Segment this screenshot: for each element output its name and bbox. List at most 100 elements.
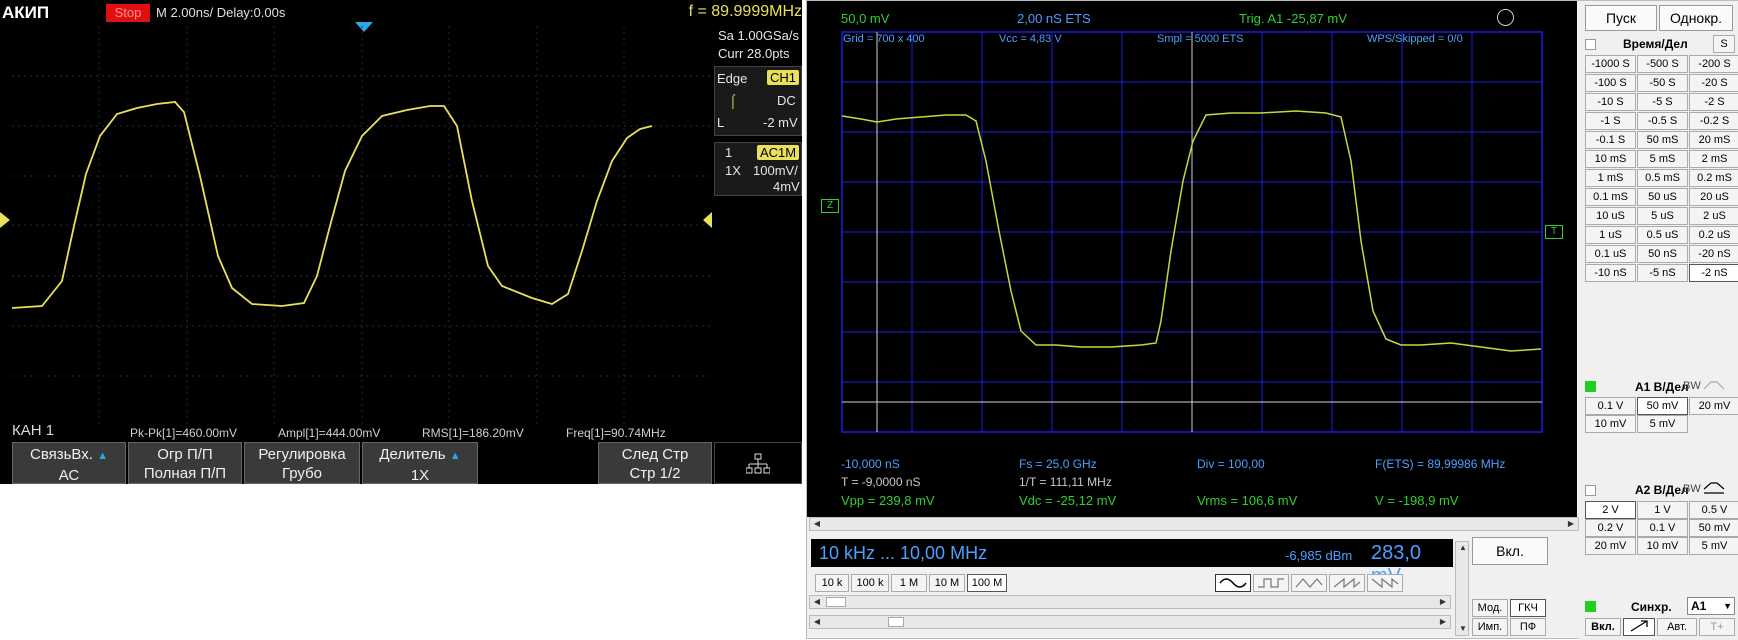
time-div-cell[interactable]: -1000 S (1585, 55, 1636, 73)
sawtooth-down-button[interactable] (1367, 574, 1403, 592)
sync-on-button[interactable]: Вкл. (1585, 618, 1621, 636)
pf-button[interactable]: ПФ (1510, 618, 1546, 636)
scroll-left-icon[interactable]: ◀ (810, 596, 824, 608)
trigger-box[interactable]: Edge CH1 ⌠ DC L -2 mV (714, 66, 802, 136)
time-div-cell[interactable]: -2 nS (1689, 264, 1738, 282)
a1-cell[interactable]: 0.1 V (1585, 397, 1636, 415)
a2-cell[interactable]: 2 V (1585, 501, 1636, 519)
mod-button[interactable]: Мод. (1472, 599, 1508, 617)
a2-cell[interactable]: 50 mV (1689, 519, 1738, 537)
scroll-down-icon[interactable]: ▼ (1456, 623, 1470, 635)
time-div-cell[interactable]: -20 nS (1689, 245, 1738, 263)
a2-cell[interactable]: 1 V (1637, 501, 1688, 519)
freq-1m-button[interactable]: 1 M (891, 574, 927, 592)
freq-10m-button[interactable]: 10 M (929, 574, 965, 592)
sine-wave-button[interactable] (1215, 574, 1251, 592)
sawtooth-up-button[interactable] (1329, 574, 1365, 592)
time-div-cell[interactable]: 0.5 mS (1637, 169, 1688, 187)
time-div-cell[interactable]: -10 nS (1585, 264, 1636, 282)
time-div-cell[interactable]: 2 uS (1689, 207, 1738, 225)
time-div-cell[interactable]: -20 S (1689, 74, 1738, 92)
a1-cell[interactable]: 50 mV (1637, 397, 1688, 415)
a2-cell[interactable]: 0.2 V (1585, 519, 1636, 537)
time-div-cell[interactable]: 0.1 uS (1585, 245, 1636, 263)
sync-source-select[interactable]: A1 ▼ (1687, 597, 1735, 615)
triangle-wave-button[interactable] (1291, 574, 1327, 592)
time-div-cell[interactable]: 10 uS (1585, 207, 1636, 225)
imp-button[interactable]: Имп. (1472, 618, 1508, 636)
time-div-cell[interactable]: -200 S (1689, 55, 1738, 73)
time-div-cell[interactable]: 50 mS (1637, 131, 1688, 149)
a1-cell[interactable]: 20 mV (1689, 397, 1738, 415)
scroll-left-icon[interactable]: ◀ (810, 616, 824, 628)
a1-cell[interactable]: 5 mV (1637, 415, 1688, 433)
sync-slope-button[interactable] (1623, 618, 1655, 636)
a1-bw-icon[interactable] (1703, 379, 1725, 391)
time-div-cell[interactable]: -5 S (1637, 93, 1688, 111)
generator-level-scrollbar[interactable]: ◀ ▶ (809, 615, 1451, 629)
single-button[interactable]: Однокр. (1659, 5, 1733, 31)
trigger-marker-icon[interactable]: T (1545, 225, 1563, 239)
scroll-right-icon[interactable]: ▶ (1436, 616, 1450, 628)
softkey-bandwidth[interactable]: Огр П/П Полная П/П (128, 442, 242, 484)
sync-t-plus-button[interactable]: T+ (1699, 618, 1735, 636)
start-button[interactable]: Пуск (1585, 5, 1657, 31)
a2-cell[interactable]: 0.1 V (1637, 519, 1688, 537)
sync-auto-button[interactable]: Авт. (1657, 618, 1697, 636)
a2-cell[interactable]: 5 mV (1689, 537, 1738, 555)
time-div-cell[interactable]: 1 mS (1585, 169, 1636, 187)
a2-cell[interactable]: 10 mV (1637, 537, 1688, 555)
freq-100k-button[interactable]: 100 k (851, 574, 889, 592)
time-div-cell[interactable]: 0.2 uS (1689, 226, 1738, 244)
time-unit-button[interactable]: S (1713, 35, 1735, 53)
time-div-cell[interactable]: 0.2 mS (1689, 169, 1738, 187)
time-div-cell[interactable]: 2 mS (1689, 150, 1738, 168)
a2-cell[interactable]: 20 mV (1585, 537, 1636, 555)
softkey-coupling[interactable]: СвязьВх. ▲ АС (12, 442, 126, 484)
time-div-cell[interactable]: -0.2 S (1689, 112, 1738, 130)
time-div-cell[interactable]: -5 nS (1637, 264, 1688, 282)
scroll-thumb[interactable] (888, 617, 904, 627)
generator-enable-button[interactable]: Вкл. (1472, 537, 1548, 565)
a2-checkbox[interactable] (1585, 485, 1596, 496)
time-div-cell[interactable]: 5 uS (1637, 207, 1688, 225)
zero-marker-icon[interactable]: Z (821, 199, 839, 213)
time-div-cell[interactable]: -0.1 S (1585, 131, 1636, 149)
time-div-cell[interactable]: 10 mS (1585, 150, 1636, 168)
scroll-left-icon[interactable]: ◀ (810, 518, 824, 530)
a2-bw-icon[interactable] (1703, 481, 1725, 495)
scroll-right-icon[interactable]: ▶ (1436, 596, 1450, 608)
time-div-cell[interactable]: -500 S (1637, 55, 1688, 73)
time-div-cell[interactable]: -0.5 S (1637, 112, 1688, 130)
a2-cell[interactable]: 0.5 V (1689, 501, 1738, 519)
time-div-cell[interactable]: 5 mS (1637, 150, 1688, 168)
freq-100m-button[interactable]: 100 M (967, 574, 1007, 592)
time-div-cell[interactable]: -50 S (1637, 74, 1688, 92)
gkch-button[interactable]: ГКЧ (1510, 599, 1546, 617)
time-div-cell[interactable]: 0.5 uS (1637, 226, 1688, 244)
scroll-up-icon[interactable]: ▲ (1456, 542, 1470, 554)
freq-10k-button[interactable]: 10 k (815, 574, 849, 592)
time-div-cell[interactable]: -1 S (1585, 112, 1636, 130)
scroll-right-icon[interactable]: ▶ (1564, 518, 1578, 530)
a1-cell[interactable]: 10 mV (1585, 415, 1636, 433)
time-div-cell[interactable]: -10 S (1585, 93, 1636, 111)
time-checkbox[interactable] (1585, 39, 1596, 50)
time-div-cell[interactable]: 50 nS (1637, 245, 1688, 263)
scroll-thumb[interactable] (826, 597, 846, 607)
softkey-next-page[interactable]: След Стр Стр 1/2 (598, 442, 712, 484)
time-div-cell[interactable]: 1 uS (1585, 226, 1636, 244)
channel-box[interactable]: 1 AC1M 1X 100mV/ 4mV (714, 142, 802, 196)
time-div-cell[interactable]: 20 mS (1689, 131, 1738, 149)
square-wave-button[interactable] (1253, 574, 1289, 592)
softkey-adjust[interactable]: Регулировка Грубо (244, 442, 360, 484)
generator-freq-scrollbar[interactable]: ◀ ▶ (809, 595, 1451, 609)
time-div-cell[interactable]: 50 uS (1637, 188, 1688, 206)
network-icon[interactable] (714, 442, 802, 484)
generator-scrollbar[interactable]: ▲ ▼ (1455, 541, 1469, 636)
time-div-cell[interactable]: -2 S (1689, 93, 1738, 111)
time-div-cell[interactable]: -100 S (1585, 74, 1636, 92)
softkey-probe[interactable]: Делитель ▲ 1Х (362, 442, 478, 484)
time-div-cell[interactable]: 0.1 mS (1585, 188, 1636, 206)
time-div-cell[interactable]: 20 uS (1689, 188, 1738, 206)
